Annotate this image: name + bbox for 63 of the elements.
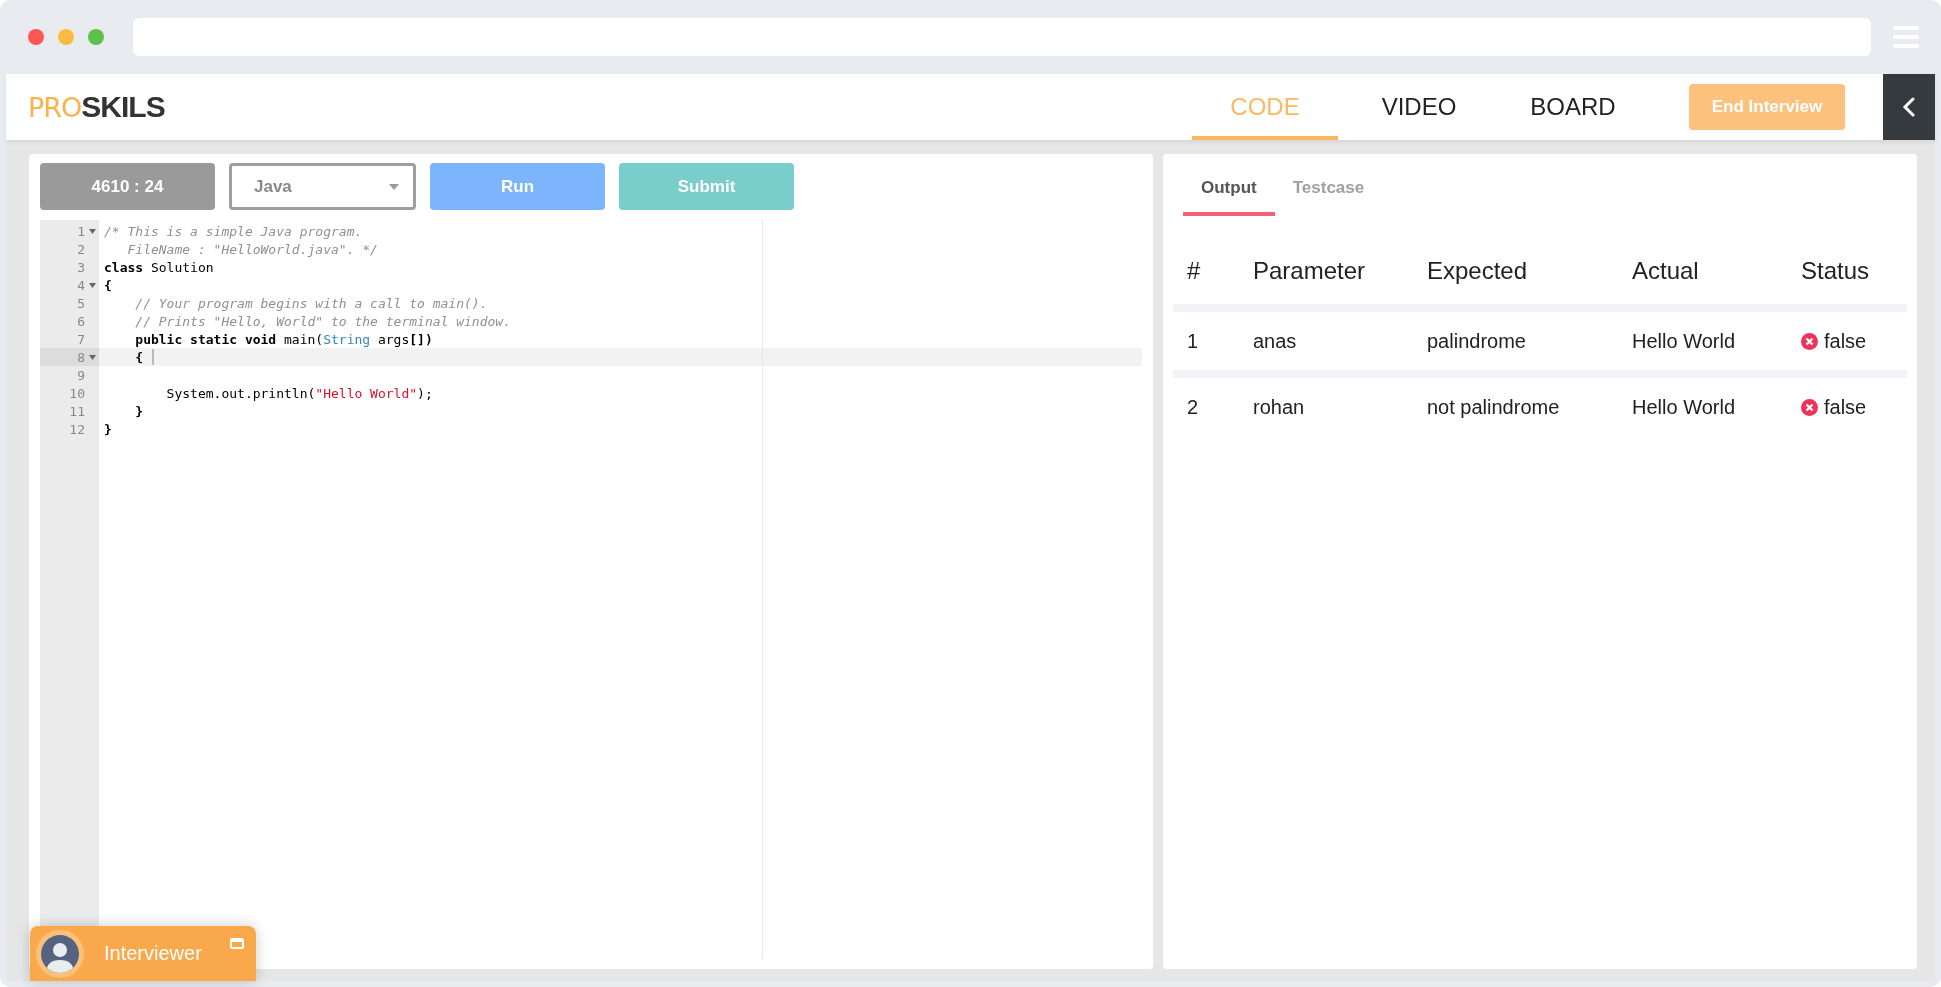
submit-button[interactable]: Submit — [619, 163, 794, 210]
avatar-icon — [36, 929, 84, 978]
line-number: 10 — [69, 385, 85, 401]
table-cell-text: 1 — [1187, 329, 1200, 353]
code-line: } — [134, 403, 144, 419]
maximize-dot[interactable] — [88, 29, 104, 45]
code-line: FileName : "HelloWorld.java". */ — [126, 241, 378, 257]
code-line: public static void main(String args[]) — [134, 331, 433, 347]
collapse-button[interactable] — [1883, 74, 1935, 140]
fold-caret-icon[interactable] — [88, 228, 96, 234]
column-header: Status — [1801, 257, 1871, 285]
code-line: { — [134, 349, 144, 365]
output-tab[interactable]: Testcase — [1274, 168, 1383, 216]
nav-tab[interactable]: VIDEO — [1346, 74, 1492, 140]
line-number: 6 — [77, 313, 85, 329]
table-cell-text: anas — [1253, 329, 1298, 353]
timer: 4610 : 24 — [40, 163, 215, 210]
status-text: false — [1824, 395, 1867, 419]
end-interview-button[interactable]: End Interview — [1689, 84, 1845, 130]
table-cell-text: not palindrome — [1427, 395, 1561, 419]
fold-caret-icon[interactable] — [88, 282, 96, 288]
code-line: // Prints "Hello, World" to the terminal window. — [134, 313, 511, 329]
interviewer-video-chip[interactable]: Interviewer — [30, 926, 256, 981]
line-number: 12 — [69, 421, 85, 437]
code-line: // Your program begins with a call to main(). — [134, 295, 488, 311]
column-header: Expected — [1427, 257, 1529, 285]
line-number: 8 — [77, 349, 85, 365]
table-cell-text: rohan — [1253, 395, 1306, 419]
line-number: 4 — [77, 277, 85, 293]
table-cell-text: 2 — [1187, 395, 1200, 419]
nav-tab[interactable]: CODE — [1192, 74, 1338, 140]
text-cursor — [152, 349, 155, 365]
column-header: # — [1187, 257, 1202, 285]
caret-icon — [389, 183, 399, 190]
line-number: 9 — [77, 367, 85, 383]
language-select[interactable]: Java — [229, 163, 416, 210]
code-line: /* This is a simple Java program. — [104, 223, 363, 239]
line-number: 3 — [77, 259, 85, 275]
table-cell-text: Hello World — [1632, 329, 1736, 353]
code-line: class Solution — [104, 259, 214, 275]
code-line: { — [104, 277, 112, 293]
output-tab[interactable]: Output — [1183, 168, 1275, 216]
chevron-left-icon — [1902, 97, 1916, 117]
close-dot[interactable] — [28, 29, 44, 45]
column-header: Parameter — [1253, 257, 1367, 285]
table-cell-text: Hello World — [1632, 395, 1736, 419]
minimize-dot[interactable] — [58, 29, 74, 45]
code-line: } — [104, 421, 112, 437]
logo: PROSKILS — [28, 90, 165, 124]
line-number: 5 — [77, 295, 85, 311]
table-cell-text: palindrome — [1427, 329, 1527, 353]
column-header: Actual — [1632, 257, 1700, 285]
line-number: 7 — [77, 331, 85, 347]
line-number: 1 — [77, 223, 85, 239]
code-line: System.out.println("Hello World"); — [165, 385, 433, 401]
chip-label: Interviewer — [104, 942, 202, 965]
line-number: 11 — [69, 403, 85, 419]
fold-caret-icon[interactable] — [88, 354, 96, 360]
nav-tab[interactable]: BOARD — [1500, 74, 1646, 140]
maximize-icon[interactable] — [230, 938, 244, 949]
status-text: false — [1824, 329, 1867, 353]
line-number: 2 — [77, 241, 85, 257]
run-button[interactable]: Run — [430, 163, 605, 210]
